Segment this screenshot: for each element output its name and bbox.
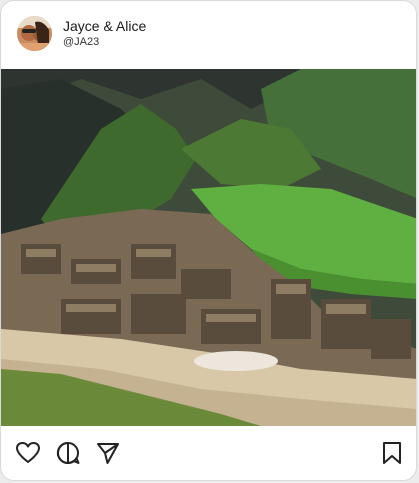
post-card: Jayce & Alice @JA23 <box>0 0 417 481</box>
avatar[interactable] <box>17 16 52 51</box>
post-photo <box>1 69 416 426</box>
heart-icon <box>16 442 40 463</box>
post-header: Jayce & Alice @JA23 <box>1 1 416 69</box>
comment-icon <box>56 441 80 464</box>
comment-button[interactable] <box>55 440 81 466</box>
like-button[interactable] <box>15 440 41 466</box>
post-actions <box>1 426 416 480</box>
share-button[interactable] <box>95 440 121 466</box>
send-icon <box>97 443 119 464</box>
author-info: Jayce & Alice @JA23 <box>63 18 146 49</box>
save-button[interactable] <box>379 440 405 466</box>
author-name[interactable]: Jayce & Alice <box>63 18 146 35</box>
bookmark-icon <box>383 442 401 464</box>
author-handle[interactable]: @JA23 <box>63 35 146 49</box>
